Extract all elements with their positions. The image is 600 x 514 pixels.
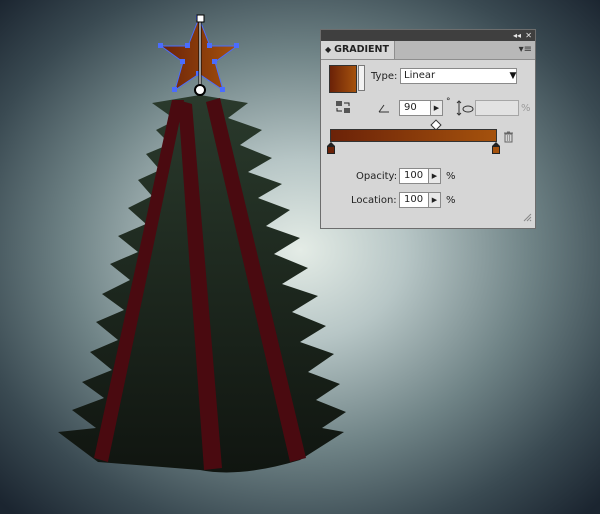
angle-input-value: 90 <box>404 102 417 113</box>
location-label: Location: <box>351 195 397 206</box>
location-input[interactable]: 100 <box>399 192 429 208</box>
angle-input[interactable]: 90 <box>399 100 431 116</box>
tab-cycle-icon[interactable]: ◆ <box>325 45 331 54</box>
gradient-stop-end[interactable] <box>492 142 500 154</box>
type-select[interactable]: Linear <box>400 68 517 84</box>
type-select-value: Linear <box>404 70 436 81</box>
opacity-input[interactable]: 100 <box>399 168 429 184</box>
gradient-fill-swatch[interactable] <box>329 65 357 93</box>
tab-gradient[interactable]: ◆ GRADIENT <box>321 41 395 59</box>
degree-symbol: ° <box>446 97 451 107</box>
gradient-panel[interactable]: ◂◂ ✕ ◆ GRADIENT ▾≡ Type: Linear ▼ 90 ▶ ° … <box>320 29 536 229</box>
close-panel-icon[interactable]: ✕ <box>525 30 532 41</box>
resize-grip-icon[interactable] <box>523 213 532 225</box>
gradient-annotator-end-handle[interactable] <box>196 14 205 23</box>
chevron-down-icon[interactable]: ▼ <box>505 68 521 84</box>
gradient-annotator-origin-handle[interactable] <box>194 84 206 96</box>
panel-menu-icon[interactable]: ▾≡ <box>519 44 532 56</box>
opacity-stepper[interactable]: ▶ <box>429 168 441 184</box>
angle-icon <box>378 103 390 116</box>
panel-tab-row: ◆ GRADIENT ▾≡ <box>321 41 535 60</box>
aspect-ratio-unit: % <box>521 103 531 114</box>
opacity-unit: % <box>446 171 456 182</box>
aspect-ratio-icon <box>456 100 474 119</box>
tree-star[interactable] <box>158 14 239 96</box>
location-stepper[interactable]: ▶ <box>429 192 441 208</box>
trash-icon[interactable] <box>503 131 514 146</box>
angle-stepper[interactable]: ▶ <box>431 100 443 116</box>
type-label: Type: <box>371 71 398 82</box>
gradient-swatch-menu[interactable] <box>358 65 365 91</box>
opacity-input-value: 100 <box>404 170 424 181</box>
location-input-value: 100 <box>404 194 424 205</box>
reverse-gradient-icon[interactable] <box>335 100 351 117</box>
opacity-label: Opacity: <box>356 171 398 182</box>
location-unit: % <box>446 195 456 206</box>
gradient-stop-start[interactable] <box>327 142 335 154</box>
panel-title-bar[interactable]: ◂◂ ✕ <box>321 30 535 41</box>
tab-gradient-label: GRADIENT <box>334 44 389 55</box>
aspect-ratio-input[interactable] <box>475 100 519 116</box>
gradient-slider-ramp[interactable] <box>330 129 497 142</box>
collapse-panel-icon[interactable]: ◂◂ <box>513 30 521 41</box>
